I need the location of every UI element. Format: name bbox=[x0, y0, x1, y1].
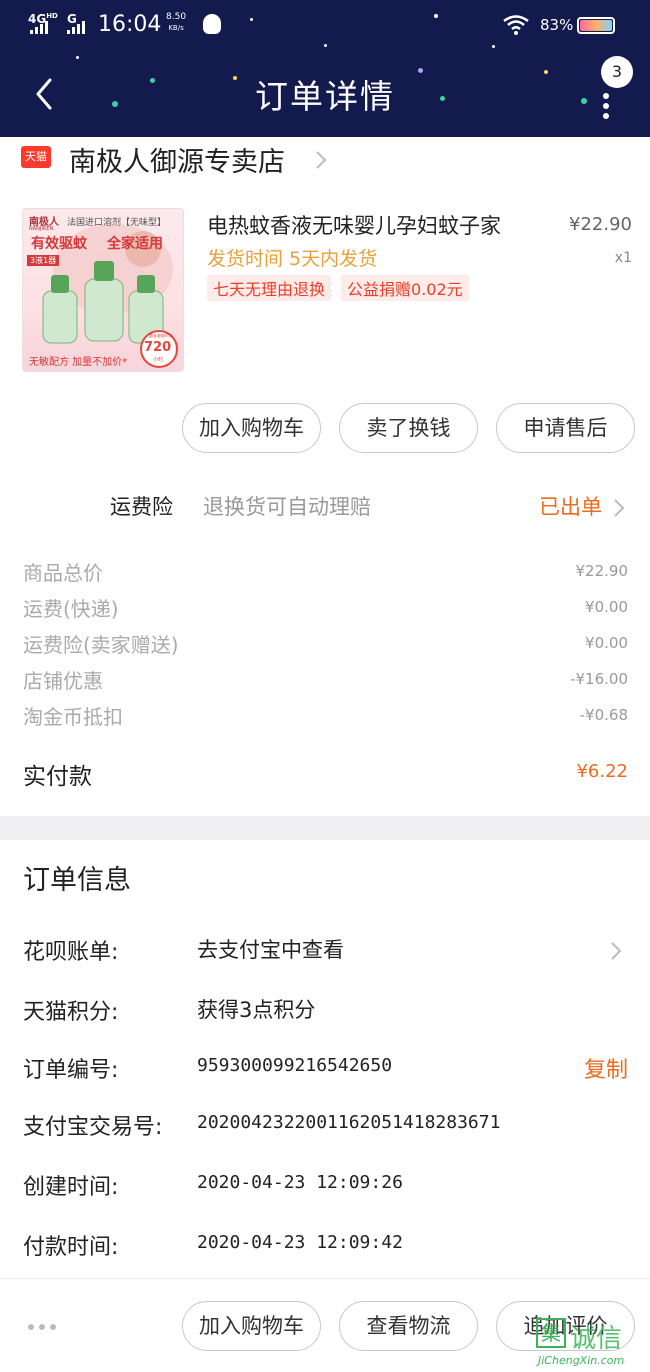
product-image-bottom-note: 无敏配方 加量不加价* bbox=[29, 357, 128, 368]
wifi-icon bbox=[503, 15, 529, 35]
price-row: 运费险(卖家赠送) ¥0.00 bbox=[0, 627, 650, 663]
price-row: 淘金币抵扣 -¥0.68 bbox=[0, 699, 650, 735]
battery-percent: 83% bbox=[540, 16, 574, 34]
insurance-desc: 退换货可自动理赔 bbox=[203, 495, 371, 519]
view-logistics-button[interactable]: 查看物流 bbox=[339, 1301, 478, 1351]
watermark-domain: JiChengXin.com bbox=[538, 1354, 625, 1367]
price-label: 淘金币抵扣 bbox=[23, 705, 123, 729]
created-time-row: 创建时间: 2020-04-23 12:09:26 bbox=[0, 1165, 650, 1205]
status-bar: 4GHD G 16:04 8.50 KB/s 83% bbox=[0, 0, 650, 50]
price-value: -¥16.00 bbox=[570, 670, 628, 688]
price-label: 店铺优惠 bbox=[23, 669, 103, 693]
info-label: 支付宝交易号: bbox=[23, 1115, 163, 1140]
product-quantity: x1 bbox=[614, 250, 632, 266]
paid-amount-row: 实付款 ¥6.22 bbox=[0, 755, 650, 795]
add-to-cart-button[interactable]: 加入购物车 bbox=[182, 403, 321, 453]
info-value: 2020042322001162051418283671 bbox=[197, 1112, 501, 1133]
signal-icon bbox=[30, 21, 48, 34]
paid-label: 实付款 bbox=[23, 764, 92, 790]
chevron-right-icon bbox=[611, 942, 622, 960]
copy-button[interactable]: 复制 bbox=[584, 1052, 628, 1084]
product-image-hours-caption: 超长驱蚊时长 bbox=[149, 333, 173, 338]
product-image[interactable]: 南极人 NANJIREN 法国进口溶剂【无味型】 有效驱蚊 全家适用 3液1器 … bbox=[22, 208, 184, 372]
shipping-insurance-row[interactable]: 运费险 退换货可自动理赔 已出单 bbox=[0, 485, 650, 529]
add-to-cart-button[interactable]: 加入购物车 bbox=[182, 1301, 321, 1351]
more-vertical-icon[interactable] bbox=[603, 93, 611, 123]
product-name[interactable]: 电热蚊香液无味婴儿孕妇蚊子家 bbox=[207, 210, 501, 240]
huabei-bill-row[interactable]: 花呗账单: 去支付宝中查看 bbox=[0, 930, 650, 970]
info-label: 付款时间: bbox=[23, 1235, 119, 1260]
price-row: 商品总价 ¥22.90 bbox=[0, 555, 650, 591]
after-sales-button[interactable]: 申请售后 bbox=[496, 403, 635, 453]
info-value: 959300099216542650 bbox=[197, 1055, 393, 1076]
tmall-points-row: 天猫积分: 获得3点积分 bbox=[0, 990, 650, 1030]
order-number-row: 订单编号: 959300099216542650 复制 bbox=[0, 1048, 650, 1088]
product-tags: 七天无理由退换 公益捐赠0.02元 bbox=[207, 275, 469, 301]
product-image-subbrand: NANJIREN bbox=[29, 226, 54, 232]
price-value: ¥22.90 bbox=[575, 562, 629, 580]
info-value: 2020-04-23 12:09:42 bbox=[197, 1232, 403, 1253]
paid-value: ¥6.22 bbox=[576, 761, 628, 782]
alipay-trade-row: 支付宝交易号: 2020042322001162051418283671 bbox=[0, 1105, 650, 1145]
price-value: ¥0.00 bbox=[585, 634, 628, 652]
product-image-slogan2: 全家适用 bbox=[107, 236, 163, 252]
info-label: 花呗账单: bbox=[23, 940, 119, 965]
product-image-pack: 3液1器 bbox=[27, 255, 60, 266]
section-divider bbox=[0, 816, 650, 840]
watermark-text: 诚信 bbox=[570, 1324, 623, 1354]
product-image-slogan1: 有效驱蚊 bbox=[31, 236, 87, 252]
message-count-badge[interactable]: 3 bbox=[601, 56, 633, 88]
price-row: 店铺优惠 -¥16.00 bbox=[0, 663, 650, 699]
chevron-right-icon bbox=[316, 151, 327, 169]
price-value: ¥0.00 bbox=[585, 598, 628, 616]
more-horizontal-icon[interactable] bbox=[28, 1324, 56, 1330]
net-speed-unit: KB/s bbox=[168, 24, 184, 32]
battery-icon bbox=[577, 17, 615, 34]
item-action-row: 加入购物车 卖了换钱 申请售后 bbox=[182, 403, 635, 453]
info-value: 去支付宝中查看 bbox=[197, 938, 344, 962]
price-value: -¥0.68 bbox=[579, 706, 628, 724]
tmall-badge: 天猫 bbox=[21, 146, 51, 168]
product-image-top-note: 法国进口溶剂【无味型】 bbox=[67, 218, 167, 228]
info-value: 2020-04-23 12:09:26 bbox=[197, 1172, 403, 1193]
info-label: 创建时间: bbox=[23, 1175, 119, 1200]
product-image-hours: 720 bbox=[144, 340, 172, 355]
site-watermark: 集 诚信 JiChengXin.com bbox=[530, 1318, 650, 1372]
price-row: 运费(快递) ¥0.00 bbox=[0, 591, 650, 627]
info-label: 天猫积分: bbox=[23, 1000, 119, 1025]
signal-icon bbox=[67, 21, 85, 34]
clock: 16:04 bbox=[98, 12, 162, 37]
watermark-logo-icon: 集 bbox=[536, 1318, 566, 1348]
order-info-title: 订单信息 bbox=[23, 865, 131, 896]
info-value: 获得3点积分 bbox=[197, 998, 316, 1022]
net-speed-value: 8.50 bbox=[166, 12, 187, 22]
shop-row[interactable]: 天猫 南极人御源专卖店 bbox=[0, 137, 650, 181]
chevron-right-icon bbox=[614, 499, 625, 517]
info-label: 订单编号: bbox=[23, 1058, 119, 1083]
star-decoration bbox=[76, 56, 79, 59]
page-title: 订单详情 bbox=[255, 77, 395, 116]
price-breakdown: 商品总价 ¥22.90 运费(快递) ¥0.00 运费险(卖家赠送) ¥0.00… bbox=[0, 555, 650, 735]
insurance-status: 已出单 bbox=[539, 495, 602, 519]
price-label: 运费(快递) bbox=[23, 597, 119, 621]
product-image-hours-unit: 小时 bbox=[153, 357, 164, 363]
app-header: 4GHD G 16:04 8.50 KB/s 83% 订单详情 3 bbox=[0, 0, 650, 137]
product-ship-time: 发货时间 5天内发货 bbox=[207, 248, 378, 270]
net-speed: 8.50 KB/s bbox=[166, 12, 186, 34]
insurance-label: 运费险 bbox=[110, 495, 173, 519]
shop-name[interactable]: 南极人御源专卖店 bbox=[69, 140, 285, 179]
product-tag: 公益捐赠0.02元 bbox=[341, 275, 469, 301]
qq-icon bbox=[203, 14, 221, 34]
product-price: ¥22.90 bbox=[569, 214, 632, 235]
price-label: 运费险(卖家赠送) bbox=[23, 633, 179, 657]
price-label: 商品总价 bbox=[23, 561, 103, 585]
paid-time-row: 付款时间: 2020-04-23 12:09:42 bbox=[0, 1225, 650, 1265]
product-tag: 七天无理由退换 bbox=[207, 275, 332, 301]
resell-button[interactable]: 卖了换钱 bbox=[339, 403, 478, 453]
